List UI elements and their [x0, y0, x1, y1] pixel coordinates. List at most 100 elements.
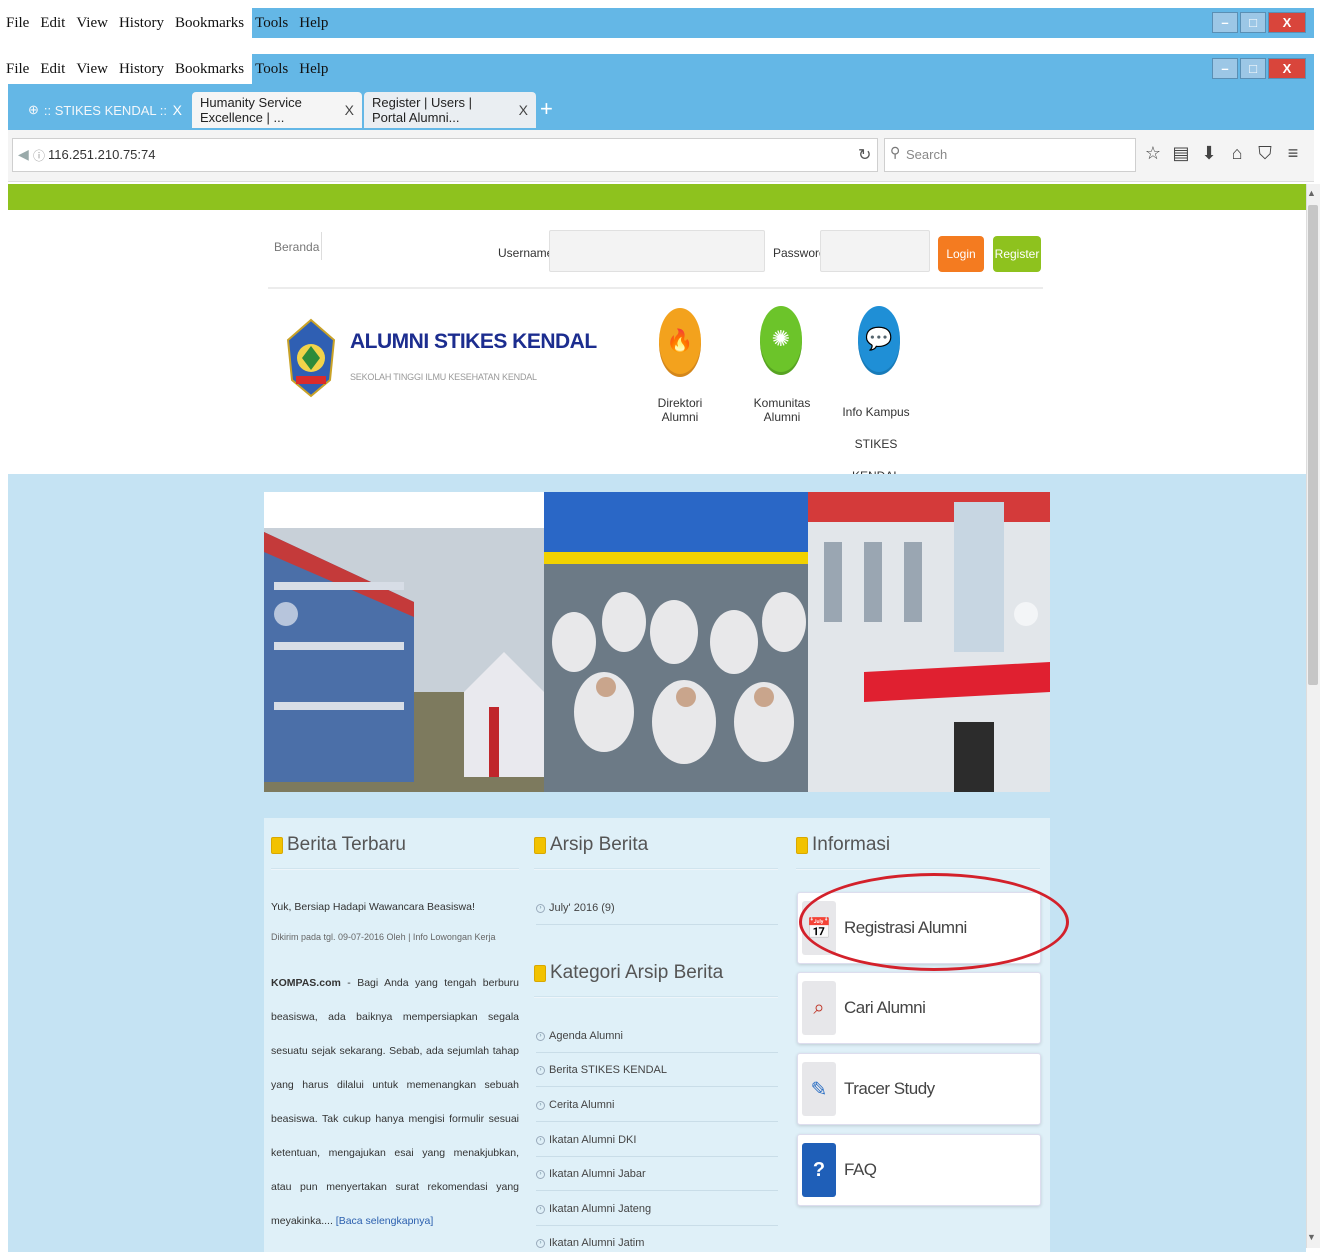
- category-item[interactable]: › Ikatan Alumni Jabar: [536, 1168, 646, 1180]
- section-divider: [534, 868, 778, 870]
- search-placeholder: Search: [906, 147, 948, 162]
- new-tab-button[interactable]: +: [540, 96, 553, 122]
- tab-close-icon[interactable]: X: [345, 102, 354, 118]
- menu-tools-2[interactable]: Tools: [255, 61, 288, 78]
- back-arrow-icon[interactable]: ◀: [18, 146, 29, 163]
- toolbar-icons: ☆ ▤ ⬇ ⌂ ⛉ ≡: [1144, 143, 1302, 164]
- stikes-logo-icon: [286, 318, 336, 398]
- tab-title: Register | Users | Portal Alumni...: [372, 95, 472, 125]
- category-label: Ikatan Alumni DKI: [549, 1134, 637, 1146]
- news-meta: Dikirim pada tgl. 09-07-2016 Oleh | Info…: [271, 932, 496, 942]
- maximize-button-2[interactable]: □: [1240, 58, 1266, 79]
- faq-card[interactable]: ? FAQ: [797, 1134, 1041, 1206]
- news-headline[interactable]: Yuk, Bersiap Hadapi Wawancara Beasiswa!: [271, 900, 519, 914]
- star-icon[interactable]: ☆: [1144, 143, 1162, 164]
- site-title: ALUMNI STIKES KENDAL: [350, 330, 597, 353]
- flame-icon[interactable]: 🔥: [659, 308, 701, 374]
- edit-icon: ✎: [802, 1062, 836, 1116]
- tab-humanity-service[interactable]: Humanity Service Excellence | ... X: [192, 92, 362, 128]
- menu-tools[interactable]: Tools: [255, 15, 288, 32]
- scrollbar-thumb[interactable]: [1308, 205, 1318, 685]
- highlight-annotation: [799, 873, 1069, 971]
- login-button[interactable]: Login: [938, 236, 984, 272]
- section-title-text: Berita Terbaru: [287, 834, 406, 855]
- tab-register[interactable]: Register | Users | Portal Alumni... X: [364, 92, 536, 128]
- category-item[interactable]: › Ikatan Alumni DKI: [536, 1134, 636, 1146]
- item-divider: [536, 1156, 778, 1157]
- berita-terbaru-title: Berita Terbaru: [271, 834, 406, 856]
- quicknav-komunitas[interactable]: Komunitas Alumni: [740, 396, 824, 424]
- window-controls-2: – □ X: [1212, 58, 1306, 79]
- menu-edit-2[interactable]: Edit: [40, 61, 65, 78]
- menu-bookmarks[interactable]: Bookmarks: [175, 15, 244, 32]
- minimize-button-2[interactable]: –: [1212, 58, 1238, 79]
- info-card-label: Tracer Study: [844, 1079, 935, 1098]
- info-icon[interactable]: ⓘ: [33, 147, 45, 164]
- cari-alumni-card[interactable]: ⌕ Cari Alumni: [797, 972, 1041, 1044]
- menu-file[interactable]: File: [6, 15, 29, 32]
- download-icon[interactable]: ⬇: [1200, 143, 1218, 164]
- close-window-button-2[interactable]: X: [1268, 58, 1306, 79]
- category-item[interactable]: › Ikatan Alumni Jateng: [536, 1203, 651, 1215]
- home-icon[interactable]: ⌂: [1228, 143, 1246, 164]
- divider: [321, 232, 322, 260]
- section-divider: [796, 868, 1040, 870]
- menu-bookmarks-2[interactable]: Bookmarks: [175, 61, 244, 78]
- menu-help-2[interactable]: Help: [299, 61, 328, 78]
- category-label: Ikatan Alumni Jateng: [549, 1203, 652, 1215]
- chat-icon[interactable]: 💬: [858, 306, 900, 372]
- category-item[interactable]: › Ikatan Alumni Jatim: [536, 1237, 644, 1249]
- site-subtitle: SEKOLAH TINGGI ILMU KESEHATAN KENDAL: [350, 372, 537, 382]
- menu-history[interactable]: History: [119, 15, 164, 32]
- image-slider[interactable]: [264, 492, 1050, 792]
- menu-icon[interactable]: ≡: [1284, 143, 1302, 164]
- scroll-up-icon[interactable]: ▲: [1307, 188, 1316, 198]
- username-input[interactable]: [549, 230, 765, 272]
- menu-edit[interactable]: Edit: [40, 15, 65, 32]
- nav-beranda[interactable]: Beranda: [274, 240, 319, 254]
- bullet-icon: ›: [536, 1135, 545, 1145]
- close-window-button[interactable]: X: [1268, 12, 1306, 33]
- menu-bar: File Edit View History Bookmarks Tools H…: [0, 54, 328, 84]
- community-icon[interactable]: ✺: [760, 306, 802, 372]
- tracer-study-card[interactable]: ✎ Tracer Study: [797, 1053, 1041, 1125]
- category-item[interactable]: › Agenda Alumni: [536, 1030, 623, 1042]
- register-button[interactable]: Register: [993, 236, 1041, 272]
- reload-icon[interactable]: ↻: [858, 145, 871, 165]
- menu-history-2[interactable]: History: [119, 61, 164, 78]
- question-icon: ?: [802, 1143, 836, 1197]
- item-divider: [536, 924, 778, 925]
- shield-icon[interactable]: ⛉: [1256, 143, 1274, 164]
- category-label: Ikatan Alumni Jatim: [549, 1237, 645, 1249]
- quicknav-direktori[interactable]: Direktori Alumni: [640, 396, 720, 424]
- bullet-icon: ›: [536, 1204, 545, 1214]
- read-more-link[interactable]: [Baca selengkapnya]: [336, 1215, 433, 1227]
- header-divider: [268, 287, 1043, 289]
- tab-stikes-kendal[interactable]: ⊕ :: STIKES KENDAL :: X: [20, 92, 190, 128]
- menu-view-2[interactable]: View: [76, 61, 108, 78]
- arsip-item-label: July' 2016 (9): [549, 902, 615, 914]
- news-body-text: - Bagi Anda yang tengah berburu beasiswa…: [271, 977, 519, 1227]
- arsip-item[interactable]: › July' 2016 (9): [536, 902, 615, 914]
- slider-photos: [264, 492, 1050, 792]
- scroll-down-icon[interactable]: ▼: [1307, 1232, 1316, 1242]
- tab-close-icon[interactable]: X: [173, 102, 182, 118]
- menu-view[interactable]: View: [76, 15, 108, 32]
- bullet-icon: ›: [536, 1169, 545, 1179]
- item-divider: [536, 1052, 778, 1053]
- menu-help[interactable]: Help: [299, 15, 328, 32]
- menu-file-2[interactable]: File: [6, 61, 29, 78]
- maximize-button[interactable]: □: [1240, 12, 1266, 33]
- url-text[interactable]: 116.251.210.75:74: [48, 147, 155, 162]
- category-item[interactable]: › Berita STIKES KENDAL: [536, 1064, 667, 1076]
- category-label: Cerita Alumni: [549, 1099, 615, 1111]
- slider-next-icon: [1014, 602, 1038, 626]
- reader-icon[interactable]: ▤: [1172, 143, 1190, 164]
- item-divider: [536, 1190, 778, 1191]
- news-body: KOMPAS.com - Bagi Anda yang tengah berbu…: [271, 966, 519, 1238]
- password-input[interactable]: [820, 230, 930, 272]
- minimize-button[interactable]: –: [1212, 12, 1238, 33]
- tab-close-icon[interactable]: X: [519, 102, 528, 118]
- window-controls: – □ X: [1212, 12, 1306, 33]
- category-item[interactable]: › Cerita Alumni: [536, 1099, 614, 1111]
